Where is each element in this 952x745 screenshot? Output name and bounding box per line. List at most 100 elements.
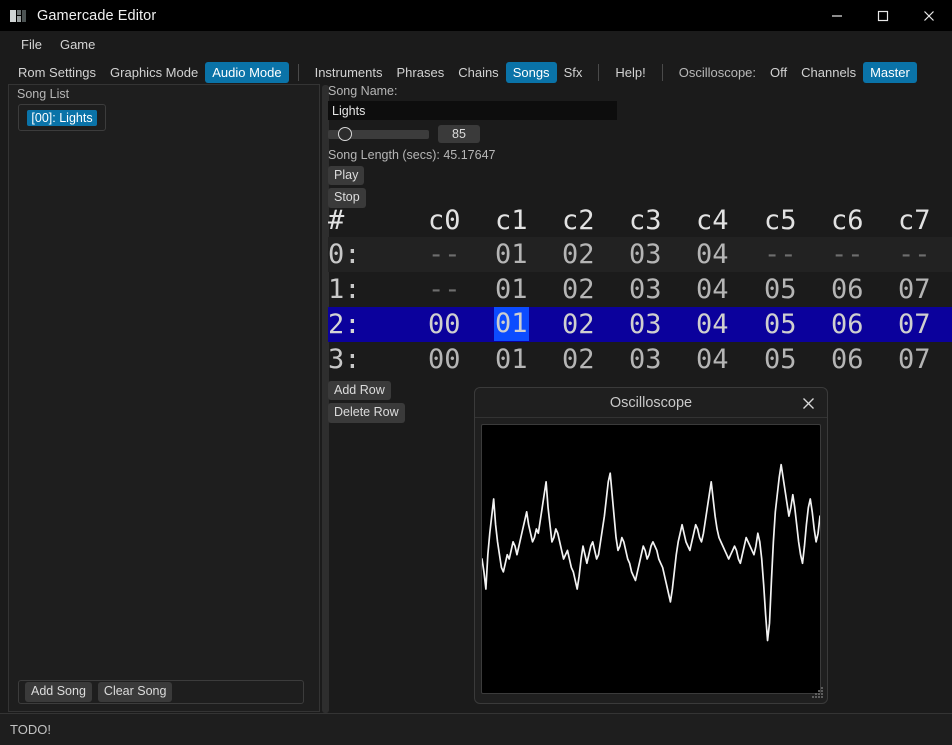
tracker-cell-r3-c3[interactable]: 03	[629, 346, 662, 373]
tracker-cell-r3-c4[interactable]: 04	[696, 346, 729, 373]
list-item[interactable]: [00]: Lights	[27, 109, 97, 126]
table-row[interactable]: 0: -- 01 02 03 04 -- -- --	[328, 237, 952, 272]
tracker-cell-r2-c2[interactable]: 02	[562, 311, 595, 338]
menu-file[interactable]: File	[12, 34, 51, 55]
tracker-col-header-c6: c6	[831, 204, 864, 236]
help-button[interactable]: Help!	[608, 62, 652, 83]
tracker-cell-r0-c4[interactable]: 04	[696, 241, 729, 268]
tracker-cell-r3-c0[interactable]: 00	[428, 346, 461, 373]
menu-game[interactable]: Game	[51, 34, 104, 55]
maximize-button[interactable]	[860, 0, 906, 31]
oscilloscope-option-channels[interactable]: Channels	[794, 62, 863, 83]
oscilloscope-option-master[interactable]: Master	[863, 62, 917, 83]
tab-audio-mode[interactable]: Audio Mode	[205, 62, 289, 83]
clear-song-button[interactable]: Clear Song	[97, 682, 173, 702]
tab-phrases[interactable]: Phrases	[390, 62, 452, 83]
add-song-button[interactable]: Add Song	[25, 682, 92, 702]
close-icon[interactable]	[800, 395, 817, 412]
tab-graphics-mode[interactable]: Graphics Mode	[103, 62, 205, 83]
statusbar: TODO!	[0, 713, 952, 745]
tab-songs[interactable]: Songs	[505, 62, 557, 83]
tracker-grid: # c0 c1 c2 c3 c4 c5 c6 c7 0: -- 01 02 03…	[328, 203, 952, 377]
tracker-cell-r1-c4[interactable]: 04	[696, 276, 729, 303]
app-icon	[10, 8, 26, 24]
tracker-cell-r2-c0[interactable]: 00	[428, 311, 461, 338]
window-titlebar: Gamercade Editor	[0, 0, 952, 31]
oscilloscope-title: Oscilloscope	[609, 394, 693, 411]
tracker-cell-r3-c2[interactable]: 02	[562, 346, 595, 373]
tracker-cell-r2-c7[interactable]: 07	[898, 311, 931, 338]
tracker-cell-r3-c5[interactable]: 05	[764, 346, 797, 373]
add-row-button[interactable]: Add Row	[328, 381, 391, 401]
tracker-cell-r0-c7[interactable]: --	[898, 241, 931, 268]
delete-row-button[interactable]: Delete Row	[328, 403, 405, 423]
toolbar-divider-1	[297, 64, 299, 81]
tracker-cell-r0-c0[interactable]: --	[428, 241, 461, 268]
song-name-label: Song Name:	[328, 84, 398, 98]
tracker-cell-r2-c6[interactable]: 06	[831, 311, 864, 338]
tracker-col-header-index: #	[328, 204, 345, 236]
toolbar-divider-2	[598, 64, 600, 81]
tracker-cell-r1-c7[interactable]: 07	[898, 276, 931, 303]
tab-sfx[interactable]: Sfx	[557, 62, 590, 83]
toolbar: Rom Settings Graphics Mode Audio Mode In…	[0, 59, 952, 86]
tracker-cell-r3-c7[interactable]: 07	[898, 346, 931, 373]
tracker-cell-r1-c1[interactable]: 01	[495, 276, 528, 303]
song-list-box[interactable]: [00]: Lights	[18, 104, 106, 131]
tracker-cell-r0-c1[interactable]: 01	[495, 241, 528, 268]
tracker-cell-r1-c5[interactable]: 05	[764, 276, 797, 303]
tracker-cell-r0-c6[interactable]: --	[831, 241, 864, 268]
oscilloscope-label: Oscilloscope:	[678, 65, 757, 80]
bpm-row: 85	[328, 125, 952, 143]
tracker-col-header-c2: c2	[562, 204, 595, 236]
app-window: Gamercade Editor File Game Rom Settings …	[0, 0, 952, 745]
tracker-cell-r1-c3[interactable]: 03	[629, 276, 662, 303]
tracker-cell-r0-c5[interactable]: --	[764, 241, 797, 268]
close-button[interactable]	[906, 0, 952, 31]
song-list-panel: Song List [00]: Lights Add Song Clear So…	[8, 84, 329, 713]
oscilloscope-titlebar[interactable]: Oscilloscope	[475, 388, 827, 418]
menubar: File Game	[0, 31, 952, 57]
table-row[interactable]: 1: -- 01 02 03 04 05 06 07	[328, 272, 952, 307]
tracker-cell-r3-c1[interactable]: 01	[495, 346, 528, 373]
tracker-header-row: # c0 c1 c2 c3 c4 c5 c6 c7	[328, 203, 952, 237]
tab-rom-settings[interactable]: Rom Settings	[11, 62, 103, 83]
status-text: TODO!	[10, 722, 51, 737]
tracker-col-header-c1: c1	[495, 204, 528, 236]
song-name-input[interactable]	[328, 101, 617, 120]
tracker-cell-r2-c5[interactable]: 05	[764, 311, 797, 338]
bpm-slider[interactable]	[328, 127, 429, 141]
tracker-cell-r0-c3[interactable]: 03	[629, 241, 662, 268]
tracker-cell-r1-c2[interactable]: 02	[562, 276, 595, 303]
toolbar-divider-3	[661, 64, 663, 81]
tracker-cell-r1-c6[interactable]: 06	[831, 276, 864, 303]
table-row[interactable]: 3: 00 01 02 03 04 05 06 07	[328, 342, 952, 377]
oscilloscope-window[interactable]: Oscilloscope	[474, 387, 828, 704]
tracker-cell-r1-c0[interactable]: --	[428, 276, 461, 303]
table-row-selected[interactable]: 2: 00 01 02 03 04 05 06 07	[328, 307, 952, 342]
tracker-row-index: 1:	[328, 274, 361, 305]
oscilloscope-option-off[interactable]: Off	[763, 62, 794, 83]
tracker-cell-r0-c2[interactable]: 02	[562, 241, 595, 268]
bpm-value[interactable]: 85	[438, 125, 480, 143]
tracker-cell-r3-c6[interactable]: 06	[831, 346, 864, 373]
tracker-col-header-c7: c7	[898, 204, 931, 236]
tab-chains[interactable]: Chains	[451, 62, 505, 83]
tracker-cell-r2-c4[interactable]: 04	[696, 311, 729, 338]
waveform-plot	[482, 463, 820, 642]
tracker-row-index: 2:	[328, 309, 361, 340]
window-title: Gamercade Editor	[37, 7, 157, 24]
tracker-row-index: 3:	[328, 344, 361, 375]
song-list-footer: Add Song Clear Song	[18, 680, 304, 704]
window-controls	[814, 0, 952, 31]
minimize-button[interactable]	[814, 0, 860, 31]
play-button[interactable]: Play	[328, 166, 365, 186]
tab-instruments[interactable]: Instruments	[308, 62, 390, 83]
tracker-cell-r2-c1-active[interactable]: 01	[494, 307, 529, 341]
oscilloscope-canvas	[481, 424, 821, 694]
tracker-col-header-c5: c5	[764, 204, 797, 236]
tracker-col-header-c0: c0	[428, 204, 461, 236]
row-edit-controls: Add Row Delete Row	[328, 381, 405, 426]
tracker-cell-r2-c3[interactable]: 03	[629, 311, 662, 338]
resize-grip-icon[interactable]	[811, 687, 824, 700]
